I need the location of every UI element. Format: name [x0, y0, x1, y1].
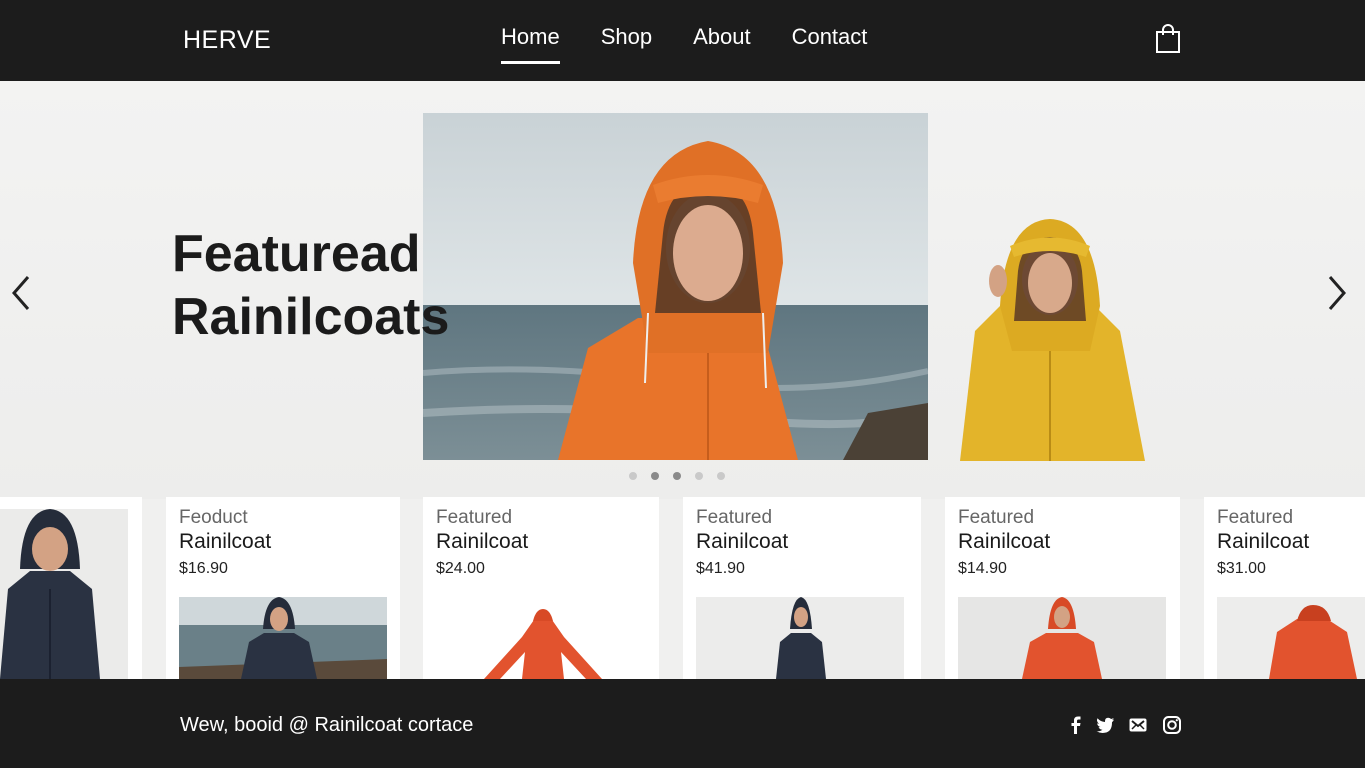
carousel-dot-3[interactable]: [673, 472, 681, 480]
product-name: Rainilcoat: [958, 530, 1051, 553]
carousel-dot-1[interactable]: [629, 472, 637, 480]
site-footer: Wew, booid @ Rainilcoat cortace: [0, 679, 1365, 768]
product-image: [958, 597, 1166, 679]
product-price: $41.90: [696, 560, 745, 577]
product-name: Rainilcoat: [179, 530, 272, 553]
product-card[interactable]: Featured Rainilcoat $41.90: [683, 497, 921, 679]
facebook-icon[interactable]: [1066, 715, 1086, 735]
carousel-dot-2[interactable]: [651, 472, 659, 480]
footer-text: Wew, booid @ Rainilcoat cortace: [180, 714, 474, 736]
product-category: Featured: [696, 507, 773, 528]
hero-title-line-1: Featuread: [172, 225, 421, 283]
site-header: HERVE Home Shop About Contact: [0, 0, 1365, 81]
nav-about[interactable]: About: [693, 24, 751, 64]
instagram-icon[interactable]: [1162, 715, 1182, 735]
product-image: [1217, 597, 1365, 679]
main-nav: Home Shop About Contact: [501, 24, 867, 64]
product-image: [696, 597, 904, 679]
product-image: [179, 597, 387, 679]
chevron-left-icon[interactable]: [8, 273, 36, 313]
product-image: [0, 509, 128, 679]
product-card[interactable]: Feoduct Rainilcoat $16.90: [166, 497, 400, 679]
carousel-dots: [629, 472, 725, 480]
hero-title: Featuread Rainilcoats: [172, 223, 449, 349]
brand-logo[interactable]: HERVE: [183, 26, 271, 55]
product-category: Featured: [958, 507, 1035, 528]
nav-contact[interactable]: Contact: [792, 24, 868, 64]
product-category: Featured: [436, 507, 513, 528]
product-category: Feoduct: [179, 507, 248, 528]
carousel-dot-4[interactable]: [695, 472, 703, 480]
nav-shop[interactable]: Shop: [601, 24, 652, 64]
product-card[interactable]: Featured Rainilcoat $14.90: [945, 497, 1180, 679]
hero-title-line-2: Rainilcoats: [172, 288, 450, 346]
hero-carousel: Featuread Rainilcoats: [0, 81, 1365, 499]
chevron-right-icon[interactable]: [1322, 273, 1350, 313]
product-category: Featured: [1217, 507, 1294, 528]
product-card[interactable]: [0, 497, 142, 679]
hero-image-orange-raincoat: [423, 113, 928, 460]
carousel-dot-5[interactable]: [717, 472, 725, 480]
product-price: $14.90: [958, 560, 1007, 577]
product-name: Rainilcoat: [436, 530, 529, 553]
shopping-bag-icon[interactable]: [1155, 24, 1181, 54]
product-price: $31.00: [1217, 560, 1266, 577]
twitter-icon[interactable]: [1095, 715, 1115, 735]
nav-home[interactable]: Home: [501, 24, 560, 64]
product-price: $24.00: [436, 560, 485, 577]
product-card[interactable]: Featured Rainilcoat $31.00: [1204, 497, 1365, 679]
product-image: [436, 597, 644, 679]
product-name: Rainilcoat: [696, 530, 789, 553]
product-price: $16.90: [179, 560, 228, 577]
product-row: Feoduct Rainilcoat $16.90 Featured Raini…: [0, 497, 1365, 679]
product-card[interactable]: Featured Rainilcoat $24.00: [423, 497, 659, 679]
product-name: Rainilcoat: [1217, 530, 1310, 553]
side-image-yellow-raincoat: [950, 211, 1150, 461]
mail-icon[interactable]: [1128, 715, 1148, 735]
